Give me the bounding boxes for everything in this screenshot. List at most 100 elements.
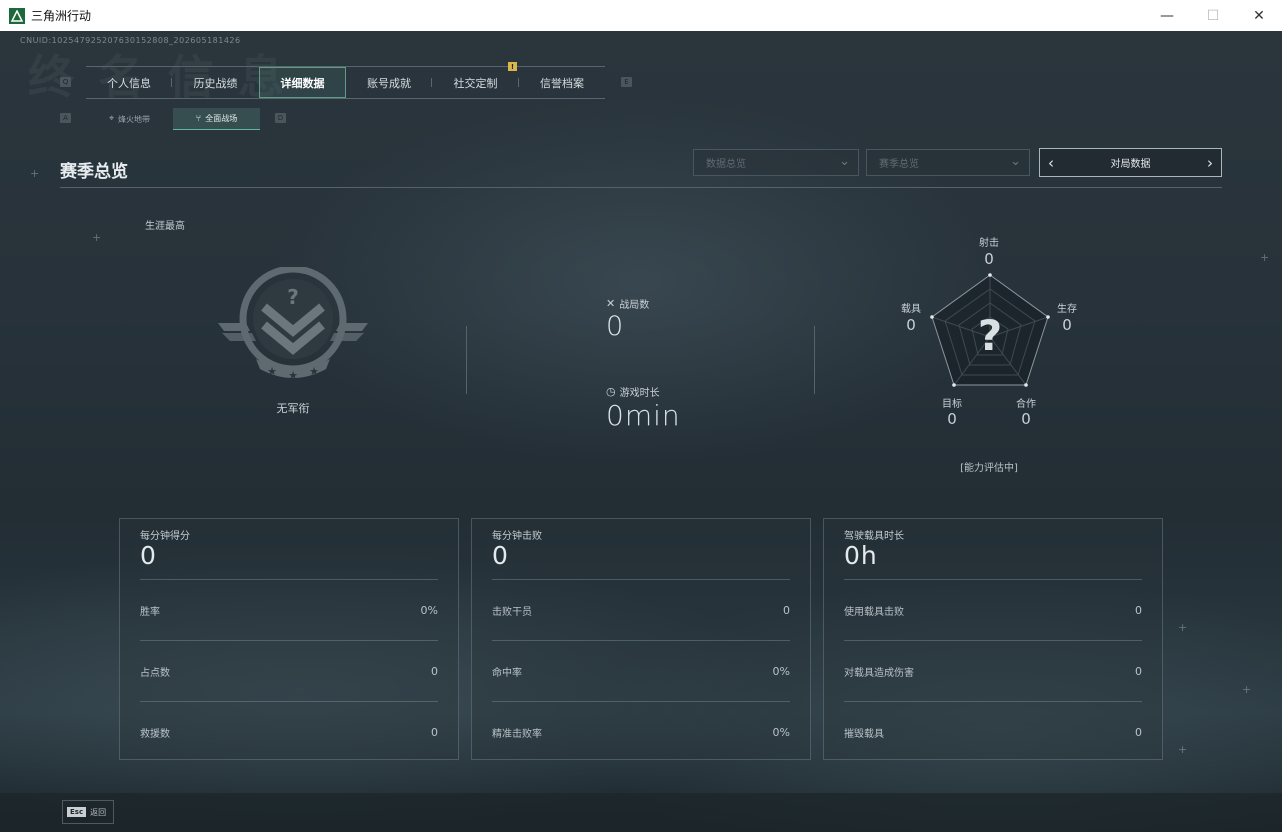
card-title: 每分钟得分 xyxy=(140,531,190,542)
minimize-button[interactable]: — xyxy=(1144,0,1190,31)
stat-card-kills: 每分钟击败 0 击败干员 0 命中率 0% 精准击败率 0% xyxy=(471,518,811,760)
matches-label-text: 战局数 xyxy=(619,300,650,311)
subtab-hazard-zone[interactable]: ⌖ 烽火地带 xyxy=(86,108,173,130)
playtime-stat-label: ◷ 游戏时长 xyxy=(606,384,660,399)
svg-text:★: ★ xyxy=(267,365,277,378)
maximize-button[interactable]: ☐ xyxy=(1190,0,1236,31)
next-subtab-hotkey[interactable]: D xyxy=(275,113,286,123)
row-value: 0 xyxy=(783,603,790,617)
row-key: 胜率 xyxy=(140,606,160,618)
card-row: 命中率 0% xyxy=(492,640,790,701)
card-row: 使用载具击败 0 xyxy=(844,579,1142,640)
season-dropdown[interactable]: 赛季总览 ⌄ xyxy=(866,149,1030,176)
prev-tab-hotkey[interactable]: Q xyxy=(60,77,71,87)
card-row: 精准击败率 0% xyxy=(492,701,790,762)
card-main-value: 0h xyxy=(844,541,878,570)
sub-tab-bar: ⌖ 烽火地带 ⑂ 全面战场 xyxy=(86,108,260,130)
rank-name: 无军衔 xyxy=(276,402,310,415)
card-row: 击败干员 0 xyxy=(492,579,790,640)
row-value: 0 xyxy=(1135,603,1142,617)
row-key: 对载具造成伤害 xyxy=(844,667,914,679)
row-key: 使用载具击败 xyxy=(844,606,904,618)
radar-label-cooperation: 合作 xyxy=(1016,399,1036,410)
app-logo-icon xyxy=(9,7,25,24)
rank-emblem-icon: ? ★ ★ ★ xyxy=(218,267,368,382)
tab-match-history[interactable]: 历史战绩 xyxy=(172,67,259,98)
row-value: 0 xyxy=(431,725,438,739)
card-row: 胜率 0% xyxy=(140,579,438,640)
tab-label: 社交定制 xyxy=(453,76,498,90)
bottom-bar: Esc 返回 xyxy=(0,793,1282,832)
crossed-swords-icon: ✕ xyxy=(606,297,616,310)
tab-personal-info[interactable]: 个人信息 xyxy=(86,67,172,98)
stat-card-vehicle: 驾驶载具时长 0h 使用载具击败 0 对载具造成伤害 0 摧毁载具 0 xyxy=(823,518,1163,760)
subtab-label: 全面战场 xyxy=(205,114,238,123)
card-row: 占点数 0 xyxy=(140,640,438,701)
radar-value-objective: 0 xyxy=(947,410,957,428)
tab-detailed-data[interactable]: 详细数据 xyxy=(259,67,346,98)
row-key: 占点数 xyxy=(140,667,170,679)
dropdown-value: 赛季总览 xyxy=(879,159,919,170)
window-titlebar: 三角洲行动 — ☐ ✕ xyxy=(0,0,1282,32)
back-label: 返回 xyxy=(90,807,107,817)
notification-badge: ! xyxy=(508,62,517,71)
matches-value: 0 xyxy=(606,311,625,342)
tab-social-custom[interactable]: ! 社交定制 xyxy=(432,62,519,98)
dropdown-value: 数据总览 xyxy=(706,159,746,170)
ability-status-text: [能力评估中] xyxy=(960,463,1018,474)
deco-cross-icon: + xyxy=(1178,743,1188,756)
main-tab-bar: 个人信息 历史战绩 详细数据 账号成就 ! 社交定制 信誉档案 xyxy=(86,62,605,99)
card-title: 驾驶载具时长 xyxy=(844,531,904,542)
card-row: 救援数 0 xyxy=(140,701,438,762)
row-key: 命中率 xyxy=(492,667,522,679)
row-value: 0 xyxy=(1135,664,1142,678)
divider xyxy=(466,326,467,394)
tab-label: 信誉档案 xyxy=(540,76,584,90)
tab-reputation[interactable]: 信誉档案 xyxy=(519,67,605,98)
card-main-value: 0 xyxy=(140,541,157,570)
svg-text:★: ★ xyxy=(309,365,319,378)
row-value: 0% xyxy=(772,664,790,678)
row-key: 精准击败率 xyxy=(492,728,542,740)
stat-card-score: 每分钟得分 0 胜率 0% 占点数 0 救援数 0 xyxy=(119,518,459,760)
row-key: 击败干员 xyxy=(492,606,532,618)
data-mode-cycler: ‹ 对局数据 › xyxy=(1039,148,1222,177)
card-title: 每分钟击败 xyxy=(492,531,542,542)
radar-label-objective: 目标 xyxy=(942,399,962,410)
prev-subtab-hotkey[interactable]: A xyxy=(60,113,71,123)
deco-cross-icon: + xyxy=(1260,251,1270,264)
game-stage: 终 名 信 息 CNUID:10254792520763015280​8_202… xyxy=(0,31,1282,832)
matches-stat-label: ✕ 战局数 xyxy=(606,296,649,311)
radar-value-cooperation: 0 xyxy=(1021,410,1031,428)
tab-label: 详细数据 xyxy=(280,76,325,90)
chevron-right-icon[interactable]: › xyxy=(1199,154,1221,172)
section-divider xyxy=(60,187,1222,188)
card-row: 摧毁载具 0 xyxy=(844,701,1142,762)
data-type-dropdown[interactable]: 数据总览 ⌄ xyxy=(693,149,859,176)
next-tab-hotkey[interactable]: E xyxy=(621,77,632,87)
playtime-value: 0min xyxy=(606,399,681,432)
deco-cross-icon: + xyxy=(92,231,102,244)
chevron-left-icon[interactable]: ‹ xyxy=(1040,154,1062,172)
card-main-value: 0 xyxy=(492,541,509,570)
card-row: 对载具造成伤害 0 xyxy=(844,640,1142,701)
tab-achievements[interactable]: 账号成就 xyxy=(346,67,432,98)
row-value: 0 xyxy=(1135,725,1142,739)
deco-cross-icon: + xyxy=(1178,621,1188,634)
subtab-label: 烽火地带 xyxy=(118,114,151,124)
esc-key-icon: Esc xyxy=(67,807,87,817)
tab-label: 历史战绩 xyxy=(193,76,238,90)
subtab-full-battlefield[interactable]: ⑂ 全面战场 xyxy=(173,108,260,130)
playtime-label-text: 游戏时长 xyxy=(619,388,660,399)
close-button[interactable]: ✕ xyxy=(1236,0,1282,31)
deco-cross-icon: + xyxy=(1242,683,1252,696)
row-key: 摧毁载具 xyxy=(844,728,884,740)
radar-value-shooting: 0 xyxy=(984,250,994,268)
radar-icon: ⌖ xyxy=(108,114,115,124)
tab-label: 账号成就 xyxy=(367,76,411,90)
chevron-down-icon: ⌄ xyxy=(1010,154,1021,169)
cycler-label: 对局数据 xyxy=(1110,159,1151,170)
back-button[interactable]: Esc 返回 xyxy=(62,800,114,824)
branch-icon: ⑂ xyxy=(195,113,202,124)
row-value: 0% xyxy=(420,603,438,617)
